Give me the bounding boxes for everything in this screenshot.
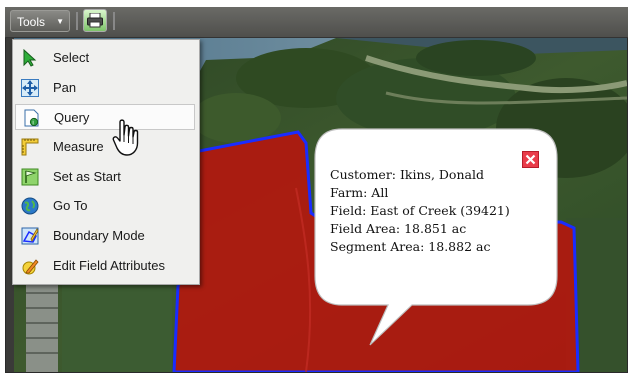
menu-item-label: Edit Field Attributes bbox=[53, 258, 165, 273]
menu-item-select[interactable]: Select bbox=[15, 45, 195, 71]
menu-item-query[interactable]: i Query bbox=[15, 104, 195, 130]
menu-item-label: Select bbox=[53, 50, 90, 65]
tools-dropdown-menu: Select Pan i Query Measure Set as Start … bbox=[12, 39, 200, 285]
popup-close-button[interactable] bbox=[522, 151, 539, 168]
menu-item-set-as-start[interactable]: Set as Start bbox=[15, 164, 195, 190]
tools-button-label: Tools bbox=[17, 15, 46, 29]
popup-field: Field: East of Creek (39421) bbox=[330, 203, 510, 218]
toolbar-separator bbox=[76, 12, 78, 30]
popup-content: Customer: Ikins, Donald Farm: All Field:… bbox=[330, 166, 510, 256]
popup-farm: Farm: All bbox=[330, 185, 389, 200]
menu-item-measure[interactable]: Measure bbox=[15, 134, 195, 160]
popup-segment-area: Segment Area: 18.882 ac bbox=[330, 239, 491, 254]
toolbar-separator bbox=[113, 12, 115, 30]
boundary-edit-icon bbox=[21, 227, 39, 245]
pencil-edit-icon bbox=[22, 259, 39, 275]
query-document-icon: i bbox=[24, 109, 39, 127]
menu-item-boundary-mode[interactable]: Boundary Mode bbox=[15, 223, 195, 249]
menu-item-label: Measure bbox=[53, 139, 104, 154]
menu-item-label: Set as Start bbox=[53, 169, 121, 184]
menu-item-go-to[interactable]: Go To bbox=[15, 193, 195, 219]
menu-item-pan[interactable]: Pan bbox=[15, 75, 195, 101]
popup-customer: Customer: Ikins, Donald bbox=[330, 167, 484, 182]
field-info-popup: Customer: Ikins, Donald Farm: All Field:… bbox=[314, 128, 564, 350]
popup-field-area: Field Area: 18.851 ac bbox=[330, 221, 467, 236]
menu-item-label: Go To bbox=[53, 198, 88, 213]
menu-item-edit-field-attributes[interactable]: Edit Field Attributes bbox=[15, 253, 195, 279]
print-button[interactable] bbox=[83, 9, 107, 32]
close-icon bbox=[525, 154, 536, 165]
printer-icon bbox=[87, 13, 103, 28]
map-application: Tools ▼ Select Pan i Query Measure Set a… bbox=[0, 0, 630, 375]
menu-item-label: Query bbox=[54, 110, 90, 125]
flag-icon bbox=[21, 168, 39, 186]
tools-menu-button[interactable]: Tools ▼ bbox=[10, 10, 70, 32]
menu-item-label: Pan bbox=[53, 80, 77, 95]
chevron-down-icon: ▼ bbox=[56, 17, 64, 26]
arrow-pointer-icon bbox=[23, 49, 37, 67]
menu-item-label: Boundary Mode bbox=[53, 228, 145, 243]
pan-arrows-icon bbox=[21, 79, 39, 97]
globe-icon bbox=[21, 197, 39, 215]
ruler-icon bbox=[21, 138, 39, 156]
